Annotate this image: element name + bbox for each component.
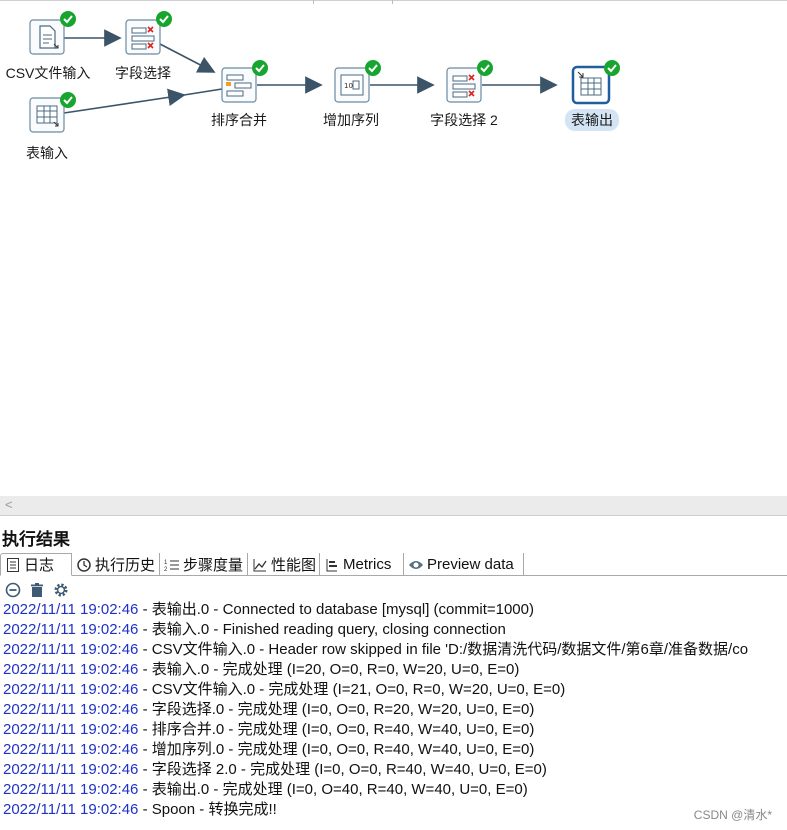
step-label-select-2[interactable]: 字段选择 2 — [430, 110, 498, 130]
preview-eye-icon — [408, 557, 424, 573]
log-icon — [5, 557, 21, 573]
log-message: - 表输入.0 - 完成处理 (I=20, O=0, R=0, W=20, U=… — [138, 661, 520, 678]
settings-icon[interactable] — [52, 581, 70, 599]
log-message: - 字段选择.0 - 完成处理 (I=0, O=0, R=20, W=20, U… — [138, 701, 535, 718]
check-icon — [477, 60, 493, 76]
tab-metrics-label: Metrics — [343, 556, 392, 573]
tab-performance-chart[interactable]: 性能图 — [248, 553, 320, 576]
log-timestamp: 2022/11/11 19:02:46 — [3, 681, 139, 698]
add-sequence-icon[interactable]: 10 — [334, 67, 370, 103]
log-line: 2022/11/11 19:02:46 - 表输入.0 - Finished r… — [3, 620, 787, 640]
step-label-select[interactable]: 字段选择 — [115, 63, 171, 83]
check-icon — [604, 60, 620, 76]
results-tabs: 日志 执行历史 12 步骤度量 性能图 Metrics Preview data — [0, 552, 787, 576]
tab-step-metrics-label: 步骤度量 — [183, 557, 244, 574]
log-timestamp: 2022/11/11 19:02:46 — [3, 601, 139, 618]
log-line: 2022/11/11 19:02:46 - CSV文件输入.0 - 完成处理 (… — [3, 680, 787, 700]
log-message: - 表输入.0 - Finished reading query, closin… — [138, 621, 506, 638]
log-timestamp: 2022/11/11 19:02:46 — [3, 721, 139, 738]
log-message: - CSV文件输入.0 - 完成处理 (I=21, O=0, R=0, W=20… — [138, 681, 566, 698]
trash-icon[interactable] — [28, 581, 46, 599]
log-line: 2022/11/11 19:02:46 - 字段选择 2.0 - 完成处理 (I… — [3, 760, 787, 780]
log-message: - 字段选择 2.0 - 完成处理 (I=0, O=0, R=40, W=40,… — [138, 761, 547, 778]
log-line: 2022/11/11 19:02:46 - 表输出.0 - 完成处理 (I=0,… — [3, 780, 787, 800]
step-label-sorted-merge[interactable]: 排序合并 — [211, 110, 267, 130]
metrics-icon — [324, 557, 340, 573]
log-line: 2022/11/11 19:02:46 - Spoon - 转换完成!! — [3, 800, 787, 820]
log-message: - CSV文件输入.0 - Header row skipped in file… — [138, 641, 749, 658]
table-output-icon[interactable] — [571, 65, 611, 105]
log-line: 2022/11/11 19:02:46 - 表输入.0 - 完成处理 (I=20… — [3, 660, 787, 680]
tab-performance-chart-label: 性能图 — [271, 557, 317, 574]
step-label-table-output[interactable]: 表输出 — [565, 109, 619, 131]
log-timestamp: 2022/11/11 19:02:46 — [3, 781, 139, 798]
log-timestamp: 2022/11/11 19:02:46 — [3, 701, 139, 718]
log-timestamp: 2022/11/11 19:02:46 — [3, 621, 139, 638]
log-timestamp: 2022/11/11 19:02:46 — [3, 801, 139, 818]
log-message: - Spoon - 转换完成!! — [138, 801, 277, 818]
tab-log-label: 日志 — [24, 557, 55, 574]
check-icon — [156, 11, 172, 27]
stop-icon[interactable] — [4, 581, 22, 599]
select-values-2-icon[interactable] — [446, 67, 482, 103]
tab-step-metrics[interactable]: 12 步骤度量 — [160, 553, 248, 576]
log-line: 2022/11/11 19:02:46 - CSV文件输入.0 - Header… — [3, 640, 787, 660]
step-label-csv[interactable]: CSV文件输入 — [6, 63, 91, 83]
log-toolbar — [4, 580, 70, 600]
log-line: 2022/11/11 19:02:46 - 排序合并.0 - 完成处理 (I=0… — [3, 720, 787, 740]
history-icon — [76, 557, 92, 573]
step-metrics-icon: 12 — [164, 557, 180, 573]
hop-tablein-to-merge-tail — [183, 88, 223, 96]
canvas-horizontal-scrollbar[interactable]: < — [0, 496, 787, 516]
check-icon — [252, 60, 268, 76]
check-icon — [365, 60, 381, 76]
check-icon — [60, 11, 76, 27]
log-line: 2022/11/11 19:02:46 - 增加序列.0 - 完成处理 (I=0… — [3, 740, 787, 760]
log-message: - 排序合并.0 - 完成处理 (I=0, O=0, R=40, W=40, U… — [138, 721, 535, 738]
log-message: - 表输出.0 - Connected to database [mysql] … — [138, 601, 534, 618]
log-timestamp: 2022/11/11 19:02:46 — [3, 761, 139, 778]
performance-chart-icon — [252, 557, 268, 573]
sorted-merge-icon[interactable] — [221, 67, 257, 103]
scroll-left-icon[interactable]: < — [5, 497, 13, 512]
svg-text:10: 10 — [344, 82, 353, 90]
log-message: - 表输出.0 - 完成处理 (I=0, O=40, R=40, W=40, U… — [138, 781, 528, 798]
table-input-icon[interactable] — [29, 97, 65, 133]
log-message: - 增加序列.0 - 完成处理 (I=0, O=0, R=40, W=40, U… — [138, 741, 535, 758]
log-timestamp: 2022/11/11 19:02:46 — [3, 741, 139, 758]
step-label-table-input[interactable]: 表输入 — [26, 143, 68, 163]
step-label-add-sequence[interactable]: 增加序列 — [323, 110, 379, 130]
svg-text:1: 1 — [164, 560, 168, 566]
hop-tablein-to-merge[interactable] — [63, 88, 186, 114]
tab-history-label: 执行历史 — [95, 557, 156, 574]
log-timestamp: 2022/11/11 19:02:46 — [3, 641, 139, 658]
log-line: 2022/11/11 19:02:46 - 字段选择.0 - 完成处理 (I=0… — [3, 700, 787, 720]
tab-preview-data-label: Preview data — [427, 556, 514, 573]
select-values-icon[interactable] — [125, 19, 161, 55]
tab-metrics[interactable]: Metrics — [320, 553, 404, 576]
log-timestamp: 2022/11/11 19:02:46 — [3, 661, 139, 678]
tab-history[interactable]: 执行历史 — [72, 553, 160, 576]
transformation-canvas[interactable]: 10 CSV文件输入 字段选择 表输入 排序合并 增加序列 字段选择 2 表输出 — [0, 0, 787, 496]
tab-preview-data[interactable]: Preview data — [404, 553, 524, 576]
log-line: 2022/11/11 19:02:46 - 表输出.0 - Connected … — [3, 600, 787, 620]
log-output[interactable]: 2022/11/11 19:02:46 - 表输出.0 - Connected … — [3, 600, 787, 820]
svg-text:2: 2 — [164, 567, 168, 573]
csv-file-input-icon[interactable] — [29, 19, 65, 55]
watermark: CSDN @清水* — [693, 808, 772, 822]
tab-log[interactable]: 日志 — [0, 553, 72, 576]
check-icon — [60, 92, 76, 108]
results-panel-title: 执行结果 — [2, 530, 70, 549]
